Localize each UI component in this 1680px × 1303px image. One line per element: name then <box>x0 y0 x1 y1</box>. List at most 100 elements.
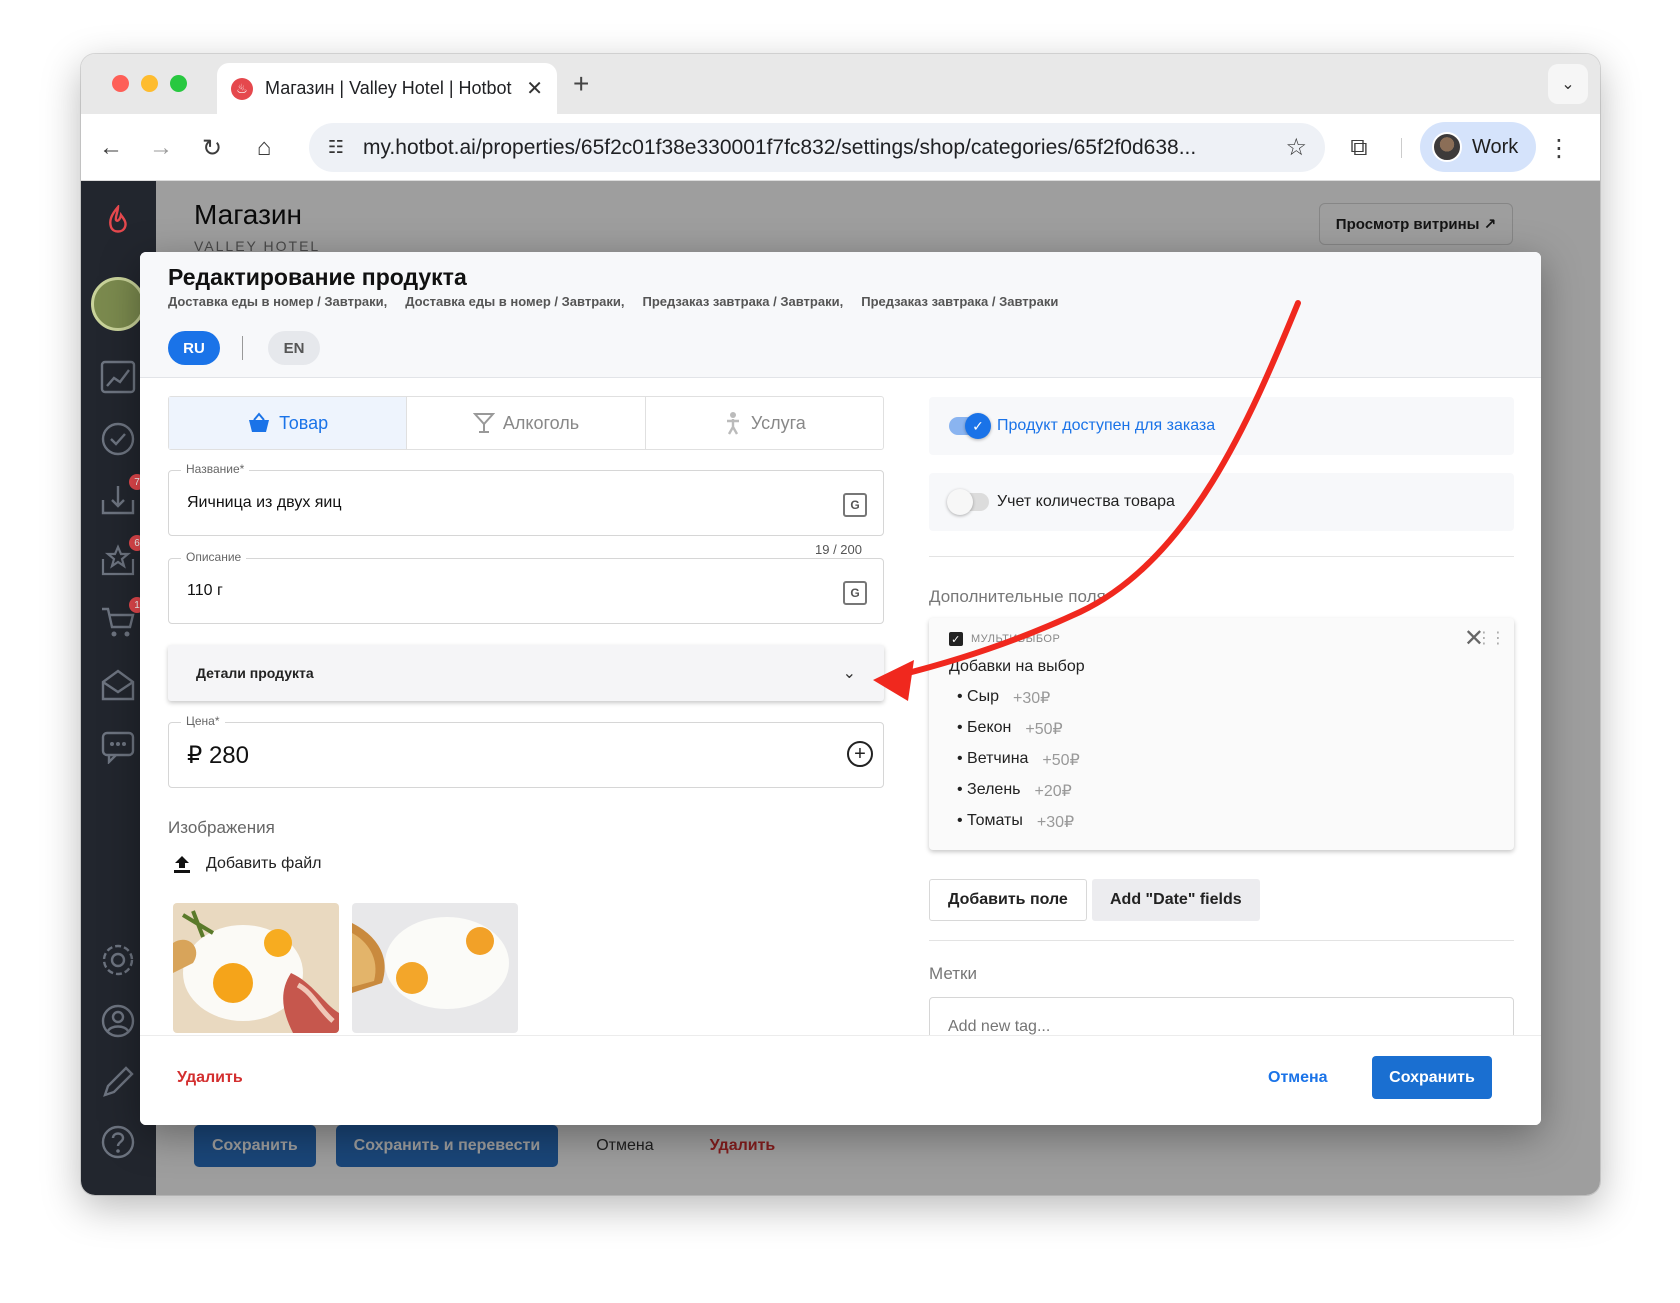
product-details-accordion[interactable]: Детали продукта ⌄ <box>168 645 884 701</box>
tab-search-chevron-icon[interactable]: ⌄ <box>1548 64 1588 104</box>
tags-title: Метки <box>929 964 977 983</box>
add-field-button[interactable]: Добавить поле <box>929 879 1087 921</box>
fried-eggs-bacon-image <box>173 903 339 1033</box>
price-field[interactable]: Цена* ₽ 280 + <box>168 714 884 788</box>
chat-icon[interactable] <box>97 726 139 768</box>
tab-alcohol[interactable]: Алкоголь <box>407 397 646 449</box>
product-type-tabs: Товар Алкоголь Услуга <box>168 396 884 450</box>
browser-tab[interactable]: ♨ Магазин | Valley Hotel | Hotbot ✕ <box>217 63 557 114</box>
list-item: • Зелень +20₽ <box>957 781 1072 800</box>
browser-menu-icon[interactable]: ⋮ <box>1541 130 1577 166</box>
drag-handle-icon[interactable]: ⋮⋮ <box>1476 628 1506 648</box>
switch-knob <box>947 489 973 515</box>
option-name: Бекон <box>967 719 1012 736</box>
translate-icon[interactable]: G <box>843 581 867 605</box>
add-price-icon[interactable]: + <box>847 741 873 767</box>
name-char-counter: 19 / 200 <box>815 542 862 557</box>
tab-service[interactable]: Услуга <box>646 397 883 449</box>
inbox-icon[interactable]: 7 <box>97 474 145 520</box>
product-image-thumbnail[interactable] <box>352 903 518 1033</box>
new-tab-icon[interactable]: + <box>573 68 589 100</box>
multiselect-checkbox[interactable]: ✓ <box>949 632 963 646</box>
profile-button[interactable]: Work <box>1420 122 1536 172</box>
url-text: my.hotbot.ai/properties/65f2c01f38e33000… <box>363 135 1197 159</box>
category-breadcrumbs: Доставка еды в номер / Завтраки, Доставк… <box>168 294 1058 309</box>
delete-button[interactable]: Удалить <box>177 1069 243 1087</box>
edit-product-dialog: Редактирование продукта Доставка еды в н… <box>140 252 1541 1125</box>
add-date-fields-button[interactable]: Add "Date" fields <box>1092 879 1260 921</box>
dialog-footer: Удалить Отмена Сохранить <box>140 1035 1541 1125</box>
tab-service-label: Услуга <box>750 412 806 433</box>
reload-icon[interactable]: ↻ <box>194 130 230 166</box>
help-question-icon[interactable] <box>97 1121 139 1163</box>
cancel-button[interactable]: Отмена <box>1268 1069 1328 1087</box>
extra-field-name: Добавки на выбор <box>949 658 1085 675</box>
close-tab-icon[interactable]: ✕ <box>526 76 543 101</box>
category-path: Предзаказ завтрака / Завтраки <box>861 294 1059 309</box>
reviews-star-icon[interactable]: 6 <box>97 535 145 581</box>
extra-fields-title: Дополнительные поля <box>929 587 1106 606</box>
option-price: +20₽ <box>1034 783 1072 800</box>
site-settings-icon[interactable]: ☷ <box>319 131 353 165</box>
tab-product-label: Товар <box>279 412 329 433</box>
description-field[interactable]: Описание 110 г G <box>168 550 884 624</box>
product-image-thumbnail[interactable] <box>173 903 339 1033</box>
hotbot-favicon-icon: ♨ <box>231 77 253 100</box>
extensions-puzzle-icon[interactable]: ⧉ <box>1341 130 1377 166</box>
hotel-avatar[interactable] <box>91 277 145 331</box>
stock-toggle-label: Учет количества товара <box>997 493 1175 510</box>
language-en-button[interactable]: EN <box>268 331 320 365</box>
section-divider <box>929 556 1514 557</box>
settings-gear-icon[interactable] <box>97 939 139 981</box>
stock-switch[interactable] <box>947 489 989 515</box>
bookmark-star-icon[interactable]: ☆ <box>1285 133 1307 162</box>
hotbot-logo-icon[interactable] <box>97 199 139 241</box>
save-button[interactable]: Сохранить <box>1372 1056 1492 1099</box>
mail-icon[interactable] <box>97 664 139 706</box>
list-item: • Томаты +30₽ <box>957 812 1075 831</box>
category-path: Предзаказ завтрака / Завтраки, <box>642 294 844 309</box>
translate-icon[interactable]: G <box>843 493 867 517</box>
tab-alcohol-label: Алкоголь <box>502 412 580 433</box>
minimize-window-button[interactable] <box>141 75 158 92</box>
available-toggle-label: Продукт доступен для заказа <box>997 417 1216 434</box>
description-field-value: 110 г <box>187 582 223 599</box>
stock-toggle-row[interactable]: Учет количества товара <box>929 473 1514 531</box>
language-ru-button[interactable]: RU <box>168 331 220 365</box>
product-details-label: Детали продукта <box>196 665 314 681</box>
language-divider <box>242 336 243 360</box>
avatar <box>1432 132 1462 162</box>
extra-field-card[interactable]: ✓ МУЛЬТИВЫБОР ✕ ⋮⋮ Добавки на выбор • Сы… <box>929 618 1514 850</box>
tasks-check-icon[interactable] <box>97 418 139 460</box>
option-name: Зелень <box>967 781 1021 798</box>
user-profile-icon[interactable] <box>97 1000 139 1042</box>
close-window-button[interactable] <box>112 75 129 92</box>
add-file-label: Добавить файл <box>206 855 322 872</box>
upload-icon <box>174 856 190 873</box>
available-switch[interactable]: ✓ <box>949 413 991 439</box>
analytics-icon[interactable] <box>97 356 139 398</box>
address-bar[interactable]: ☷ my.hotbot.ai/properties/65f2c01f38e330… <box>309 123 1325 172</box>
check-icon: ✓ <box>965 413 991 439</box>
option-name: Ветчина <box>967 750 1029 767</box>
chevron-down-icon: ⌄ <box>842 665 856 682</box>
shop-cart-icon[interactable]: 1 <box>97 597 145 643</box>
name-field[interactable]: Название* Яичница из двух яиц G <box>168 462 884 536</box>
list-item: • Ветчина +50₽ <box>957 750 1080 769</box>
available-toggle-row[interactable]: ✓ Продукт доступен для заказа <box>929 397 1514 455</box>
cocktail-glass-icon <box>472 413 495 433</box>
forward-arrow-icon[interactable]: → <box>143 130 179 166</box>
toolbar-divider <box>1401 138 1402 158</box>
maximize-window-button[interactable] <box>170 75 187 92</box>
name-field-value: Яичница из двух яиц <box>187 494 342 511</box>
multiselect-label: МУЛЬТИВЫБОР <box>971 633 1061 645</box>
option-price: +50₽ <box>1025 721 1063 738</box>
back-arrow-icon[interactable]: ← <box>93 130 129 166</box>
dialog-header: Редактирование продукта Доставка еды в н… <box>140 252 1541 378</box>
home-icon[interactable]: ⌂ <box>246 130 282 166</box>
add-file-button[interactable]: Добавить файл <box>172 854 322 874</box>
category-path: Доставка еды в номер / Завтраки, <box>168 294 388 309</box>
tab-product[interactable]: Товар <box>169 397 408 449</box>
option-price: +30₽ <box>1013 690 1051 707</box>
edit-pencil-icon[interactable] <box>97 1061 139 1103</box>
